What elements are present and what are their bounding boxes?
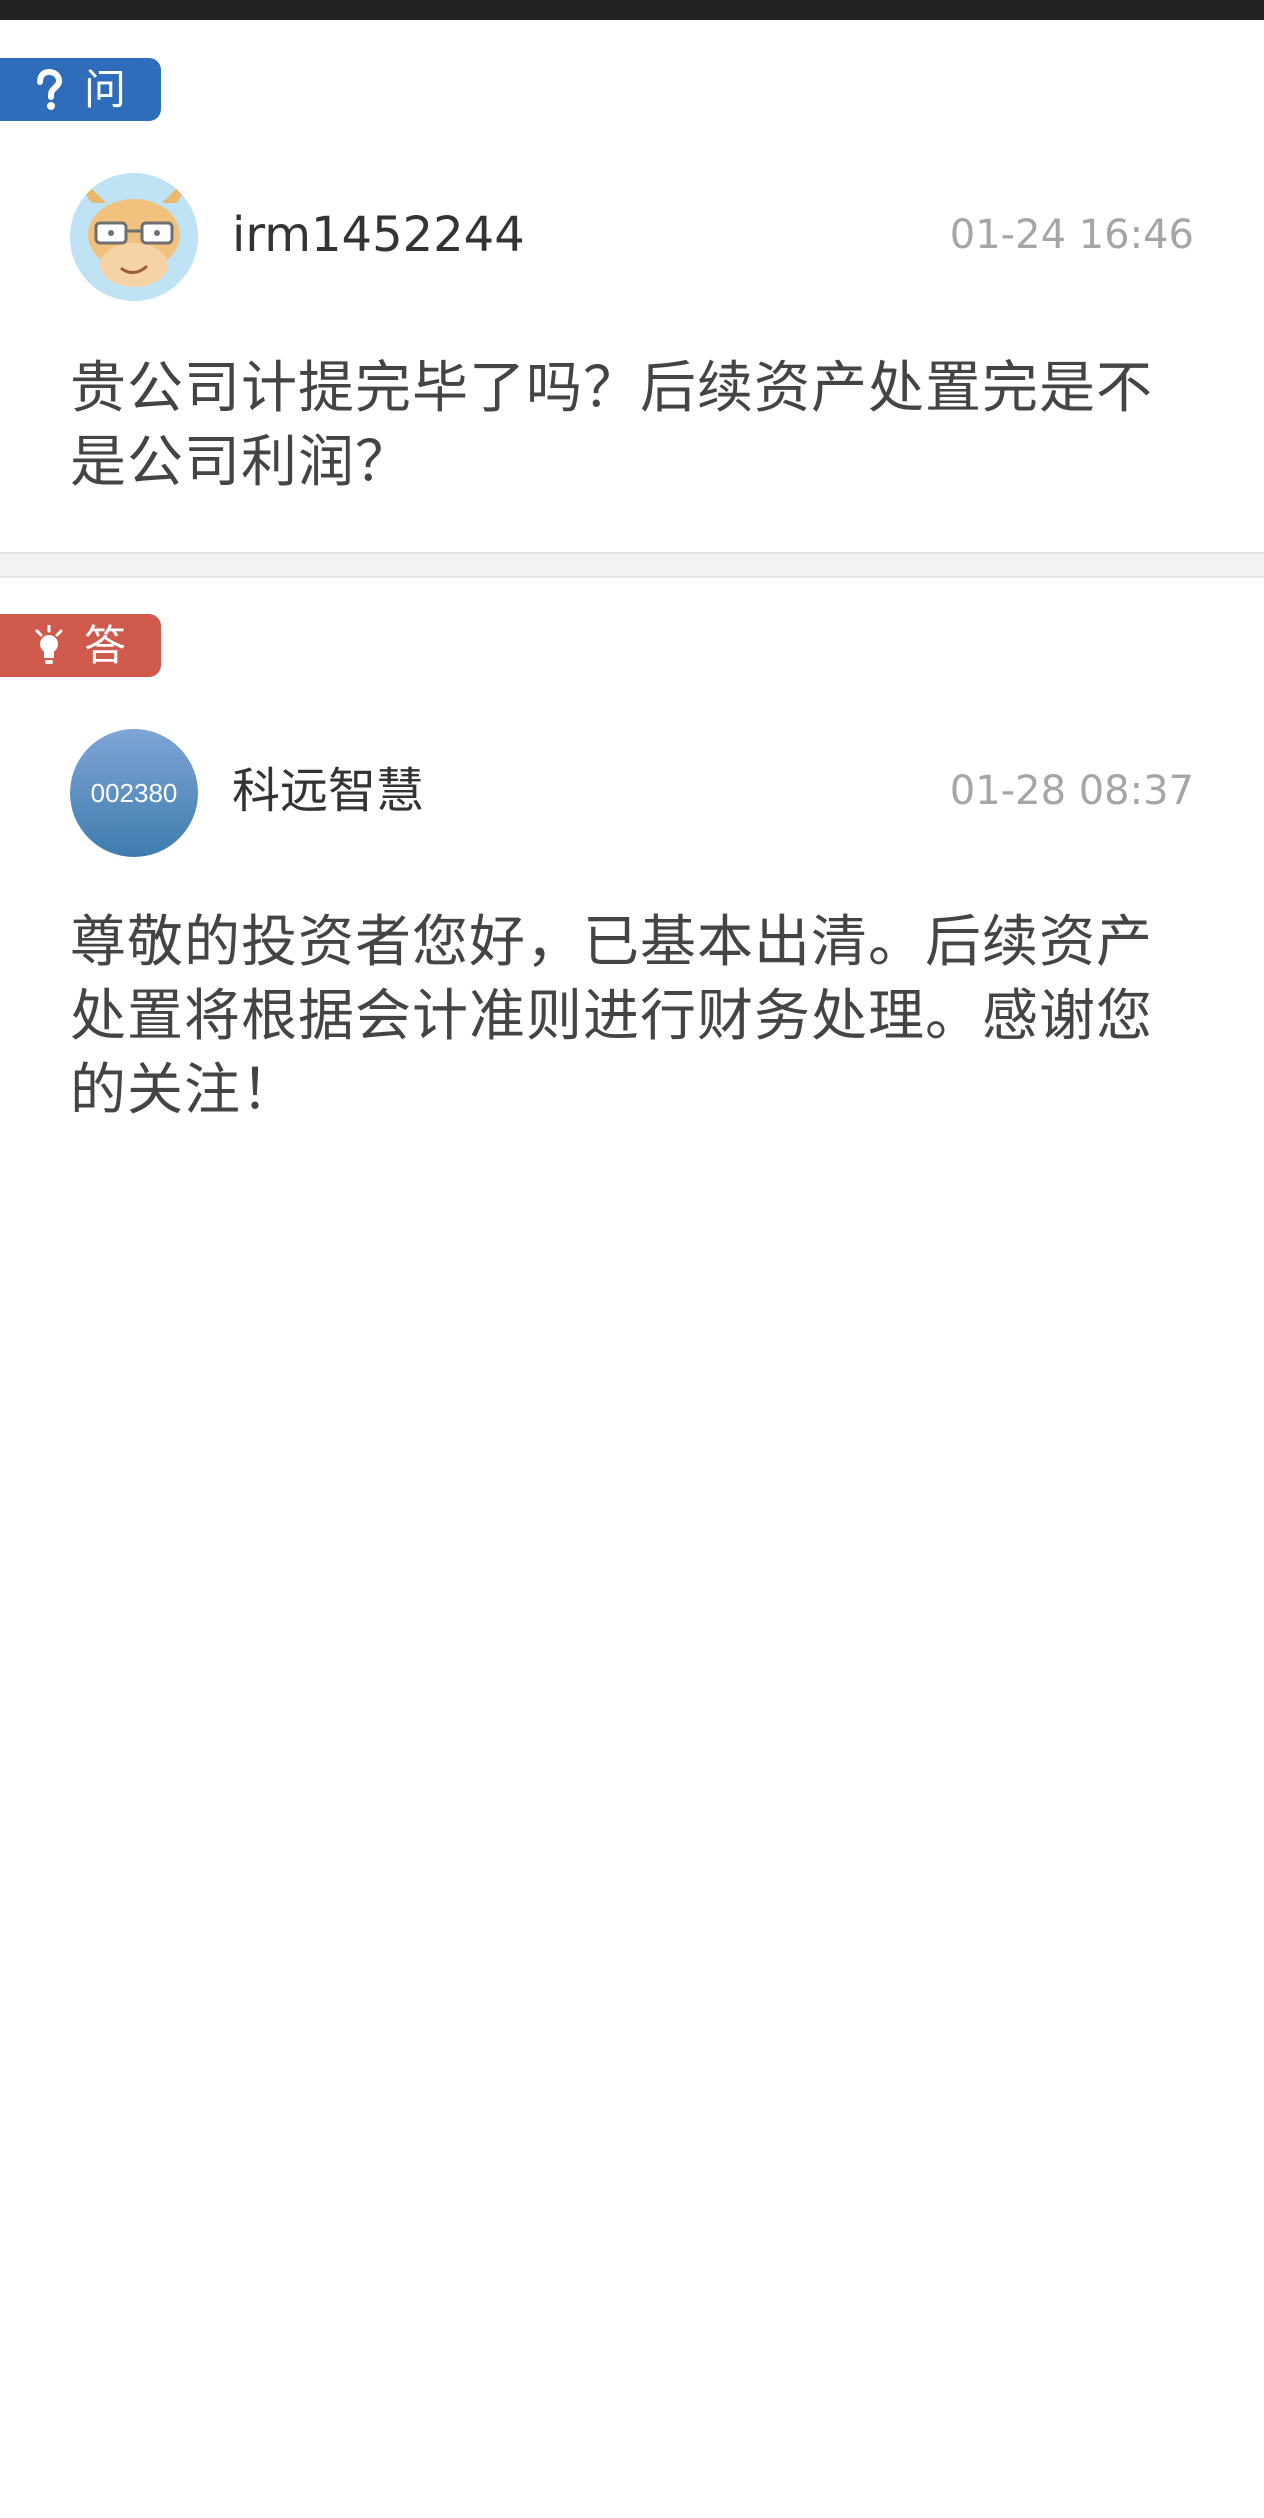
question-text: 贵公司计提完毕了吗？后续资产处置完是不是公司利润？: [70, 356, 1153, 495]
question-tag-label: 问: [84, 64, 127, 114]
answer-tag: 答: [0, 614, 161, 677]
question-timestamp: 01-24 16:46: [949, 212, 1194, 258]
question-username[interactable]: irm1452244: [232, 207, 525, 263]
lightbulb-icon: [34, 624, 64, 667]
avatar[interactable]: [70, 173, 198, 301]
answer-text: 尊敬的投资者您好，已基本出清。后续资产处置将根据会计准则进行财务处理。感谢您的关…: [70, 910, 1153, 1123]
answer-tag-label: 答: [84, 620, 127, 670]
status-bar: [0, 0, 1264, 20]
question-tag: 问: [0, 58, 161, 121]
answer-timestamp: 01-28 08:37: [949, 768, 1194, 814]
answer-username[interactable]: 科远智慧: [232, 763, 424, 819]
section-divider: [0, 552, 1264, 578]
cartoon-cow-avatar-icon: [70, 173, 198, 301]
question-mark-icon: [34, 68, 64, 111]
company-avatar[interactable]: 002380: [70, 729, 198, 857]
company-avatar-code: 002380: [90, 777, 178, 808]
